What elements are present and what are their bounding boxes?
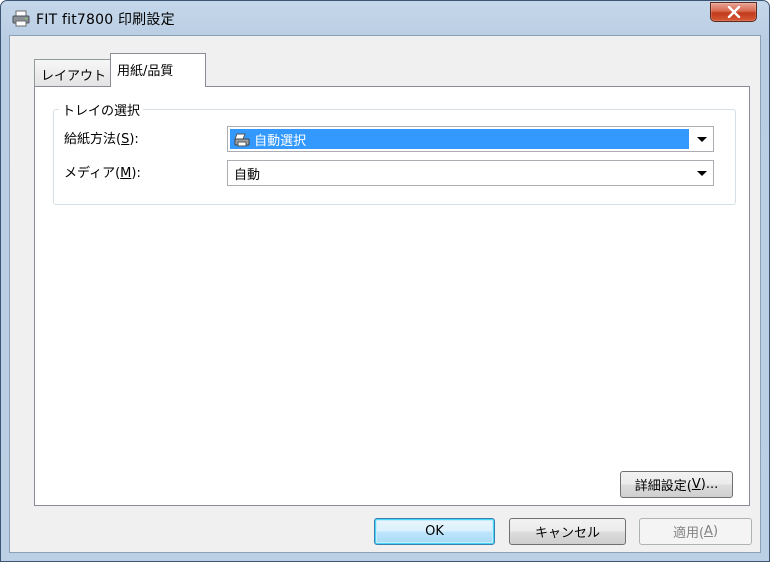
cancel-button[interactable]: キャンセル xyxy=(509,518,626,545)
advanced-settings-button[interactable]: 詳細設定(V)... xyxy=(620,471,733,498)
dialog-client-area: レイアウト 用紙/品質 トレイの選択 給紙方法(S): 自動選択 メディア(M)… xyxy=(9,35,761,553)
paper-source-label: 給紙方法(S): xyxy=(64,132,139,147)
tray-selection-label: トレイの選択 xyxy=(59,100,144,119)
paper-source-value: 自動選択 xyxy=(254,134,307,149)
tab-paper-quality[interactable]: 用紙/品質 xyxy=(110,53,206,87)
paper-source-selected: 自動選択 xyxy=(230,129,689,149)
ok-button[interactable]: OK xyxy=(374,518,495,545)
media-selected: 自動 xyxy=(230,163,689,183)
media-value: 自動 xyxy=(234,168,261,183)
media-label: メディア(M): xyxy=(64,166,141,181)
print-settings-window: FIT fit7800 印刷設定 レイアウト 用紙/品質 トレイの選択 給紙方法… xyxy=(0,0,770,562)
printer-feed-icon xyxy=(234,133,250,147)
chevron-down-icon xyxy=(697,171,707,176)
tab-paper-quality-label: 用紙/品質 xyxy=(117,64,174,79)
paper-quality-panel: トレイの選択 給紙方法(S): 自動選択 メディア(M): 自動 詳細設定(V… xyxy=(34,86,750,506)
window-title: FIT fit7800 印刷設定 xyxy=(36,12,175,28)
chevron-down-icon xyxy=(697,137,707,142)
media-dropdown[interactable]: 自動 xyxy=(227,160,714,186)
tab-layout[interactable]: レイアウト xyxy=(34,59,111,86)
paper-source-dropdown[interactable]: 自動選択 xyxy=(227,126,714,152)
close-button[interactable] xyxy=(710,2,757,22)
printer-icon xyxy=(12,10,30,27)
apply-button[interactable]: 適用(A) xyxy=(639,518,752,545)
tray-selection-group: トレイの選択 給紙方法(S): 自動選択 メディア(M): 自動 xyxy=(53,100,736,205)
close-icon xyxy=(727,6,740,18)
tab-layout-label: レイアウト xyxy=(41,69,107,84)
title-bar[interactable]: FIT fit7800 印刷設定 xyxy=(1,1,769,35)
